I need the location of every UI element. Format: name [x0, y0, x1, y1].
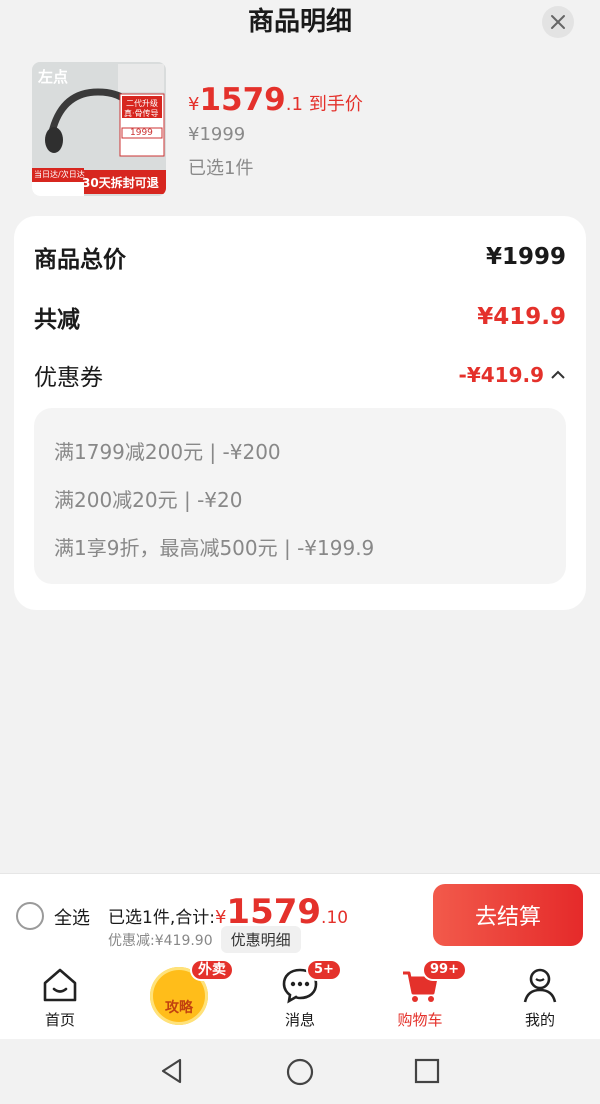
- thumb-tag-2: 真·骨传导: [124, 109, 159, 118]
- tab-messages[interactable]: 5+ 消息: [240, 957, 360, 1039]
- bottom-tab-bar: 首页 攻略 外卖 5+ 消息 99+ 购物车 我的: [0, 957, 600, 1039]
- sum-decimal: .10: [321, 908, 349, 928]
- total-price-row: 商品总价 ¥1999: [34, 240, 566, 274]
- coupon-label: 优惠券: [34, 365, 103, 391]
- coupon-row[interactable]: 优惠券 -¥419.9: [34, 358, 566, 392]
- tab-cart-label: 购物车: [397, 1011, 443, 1029]
- header: 商品明细: [0, 0, 600, 44]
- coupon-item: 满200减20元 | -¥20: [54, 488, 243, 512]
- tab-me-label: 我的: [524, 1011, 555, 1029]
- close-button[interactable]: [542, 6, 574, 38]
- checkout-button[interactable]: 去结算: [433, 884, 583, 946]
- home-icon: [43, 968, 77, 1002]
- price-detail-card: 商品总价 ¥1999 共减 ¥419.9 优惠券 -¥419.9 满1799减2…: [14, 216, 586, 610]
- total-price-label: 商品总价: [34, 247, 126, 273]
- promo-badge: 外卖: [190, 959, 234, 981]
- recents-icon[interactable]: [414, 1058, 440, 1084]
- total-price-value: ¥1999: [485, 244, 566, 270]
- selected-count: 已选1件: [188, 158, 254, 179]
- page-title: 商品明细: [247, 7, 352, 37]
- promo-label: 攻略: [165, 1000, 193, 1016]
- thumb-brand: 左点: [38, 68, 69, 86]
- coupon-item: 满1享9折，最高减500元 | -¥199.9: [54, 536, 375, 560]
- thumb-banner: 30天拆封可退: [82, 176, 159, 190]
- discount-line: 优惠减:¥419.90 优惠明细: [108, 926, 301, 953]
- coupon-value: -¥419.9: [458, 363, 544, 387]
- coupon-list: 满1799减200元 | -¥200 满200减20元 | -¥20 满1享9折…: [34, 408, 566, 584]
- reduction-value: ¥419.9: [477, 304, 566, 330]
- sum-prefix: 已选1件,合计:: [108, 908, 215, 928]
- back-icon[interactable]: [158, 1057, 186, 1085]
- chevron-up-icon: [551, 370, 565, 379]
- price-decimal: .1: [285, 94, 303, 115]
- sum-currency: ¥: [214, 907, 227, 928]
- price-integer: 1579: [199, 82, 286, 118]
- select-all-label[interactable]: 全选: [54, 904, 90, 930]
- system-nav-bar: [0, 1039, 600, 1104]
- final-price: ¥1579.1 到手价: [188, 82, 363, 118]
- tab-cart[interactable]: 99+ 购物车: [360, 957, 480, 1039]
- cart-badge: 99+: [422, 959, 467, 981]
- price-currency: ¥: [188, 94, 200, 115]
- tab-home-label: 首页: [44, 1011, 75, 1029]
- product-thumbnail[interactable]: 左点 二代升级 真·骨传导 1999 当日达/次日达 30天拆封可退: [32, 62, 166, 196]
- coupon-toggle[interactable]: -¥419.9: [459, 363, 566, 387]
- product-summary: 左点 二代升级 真·骨传导 1999 当日达/次日达 30天拆封可退 ¥1579…: [32, 62, 572, 198]
- user-icon: [523, 968, 557, 1003]
- thumb-ship: 当日达/次日达: [34, 170, 85, 179]
- coupon-item: 满1799减200元 | -¥200: [54, 440, 281, 464]
- messages-badge: 5+: [306, 959, 342, 981]
- thumb-price: 1999: [130, 128, 153, 138]
- close-icon: [551, 15, 565, 29]
- tab-promo[interactable]: 攻略 外卖: [120, 957, 240, 1039]
- discount-text: 优惠减:¥419.90: [108, 932, 213, 949]
- home-circle-icon[interactable]: [285, 1057, 315, 1087]
- discount-detail-button[interactable]: 优惠明细: [220, 926, 301, 953]
- tab-home[interactable]: 首页: [0, 957, 120, 1039]
- select-all-radio[interactable]: [16, 902, 44, 930]
- reduction-row: 共减 ¥419.9: [34, 300, 566, 334]
- original-price: ¥1999: [188, 124, 246, 145]
- tab-me[interactable]: 我的: [480, 957, 600, 1039]
- price-suffix: 到手价: [308, 94, 363, 115]
- checkout-bar: 全选 已选1件,合计:¥1579.10 优惠减:¥419.90 优惠明细 去结算: [0, 873, 600, 958]
- tab-messages-label: 消息: [284, 1011, 315, 1029]
- reduction-label: 共减: [34, 307, 80, 333]
